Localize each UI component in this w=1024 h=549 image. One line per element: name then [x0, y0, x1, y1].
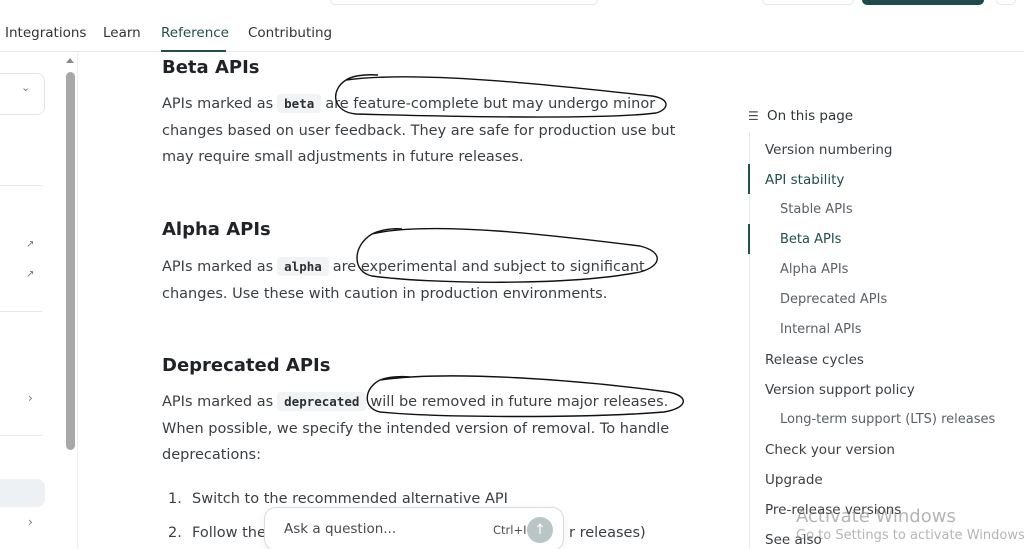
toc-item-api-stability[interactable]: API stability	[765, 172, 844, 188]
external-link-icon[interactable]: ↗	[26, 239, 34, 250]
toc-item-alpha-apis[interactable]: Alpha APIs	[780, 262, 848, 277]
list-item: 2. Follow the r releases)	[168, 525, 646, 541]
section-heading-beta: Beta APIs	[162, 57, 260, 78]
scrollbar-thumb[interactable]	[66, 72, 75, 450]
toc-item-version-support-policy[interactable]: Version support policy	[765, 382, 915, 398]
toc-item-release-cycles[interactable]: Release cycles	[765, 352, 864, 368]
toc-active-marker	[748, 224, 750, 254]
chevron-right-icon[interactable]: ›	[28, 515, 33, 529]
section-paragraph-deprecated: APIs marked as deprecated will be removed …	[162, 392, 670, 463]
toc-item-check-your-version[interactable]: Check your version	[765, 442, 895, 458]
external-link-icon[interactable]: ↗	[26, 269, 34, 280]
top-navigation: Integrations Learn Reference Contributin…	[0, 0, 1024, 52]
scroll-up-arrow[interactable]	[66, 58, 74, 63]
toc-item-version-numbering[interactable]: Version numbering	[765, 142, 893, 158]
chevron-down-icon[interactable]: ⌄	[21, 81, 30, 94]
toc-item-lts-releases[interactable]: Long-term support (LTS) releases	[780, 412, 995, 427]
toc-item-internal-apis[interactable]: Internal APIs	[780, 322, 862, 337]
sidebar-divider	[0, 435, 42, 436]
ask-question-bar[interactable]: Ctrl+I ↑	[264, 507, 564, 549]
section-paragraph-alpha: APIs marked as alpha are experimental and …	[162, 257, 645, 302]
nav-reference[interactable]: Reference	[161, 25, 229, 41]
version-select[interactable]	[0, 73, 45, 115]
code-alpha: alpha	[277, 257, 329, 276]
code-deprecated: deprecated	[277, 392, 367, 411]
keyboard-shortcut-hint: Ctrl+I	[493, 523, 527, 537]
toc-title: ☰ On this page	[748, 108, 854, 124]
section-paragraph-beta: APIs marked as beta are feature-complete b…	[162, 94, 676, 165]
toc-active-marker	[748, 164, 750, 194]
section-heading-deprecated: Deprecated APIs	[162, 355, 331, 376]
activation-watermark-subtitle: Go to Settings to activate Windows.	[796, 528, 1024, 543]
sidebar-item-selected[interactable]	[0, 479, 45, 507]
toc-item-beta-apis[interactable]: Beta APIs	[780, 232, 841, 247]
nav-learn[interactable]: Learn	[103, 25, 141, 41]
toc-rail	[749, 132, 750, 549]
toc-item-deprecated-apis[interactable]: Deprecated APIs	[780, 292, 887, 307]
list-item: 1. Switch to the recommended alternative …	[168, 491, 508, 507]
chevron-right-icon[interactable]: ›	[28, 391, 33, 405]
ask-input[interactable]	[284, 521, 474, 537]
sidebar-divider	[0, 311, 42, 312]
nav-integrations[interactable]: Integrations	[5, 25, 86, 41]
toc-item-stable-apis[interactable]: Stable APIs	[780, 202, 853, 217]
toc-item-upgrade[interactable]: Upgrade	[765, 472, 823, 488]
nav-contributing[interactable]: Contributing	[248, 25, 332, 41]
nav-active-indicator	[161, 50, 226, 52]
section-heading-alpha: Alpha APIs	[162, 219, 271, 240]
code-beta: beta	[277, 94, 322, 113]
activation-watermark-title: Activate Windows	[796, 506, 956, 527]
send-arrow-icon[interactable]: ↑	[527, 517, 553, 543]
sidebar-divider	[0, 185, 42, 186]
list-icon: ☰	[748, 109, 759, 123]
